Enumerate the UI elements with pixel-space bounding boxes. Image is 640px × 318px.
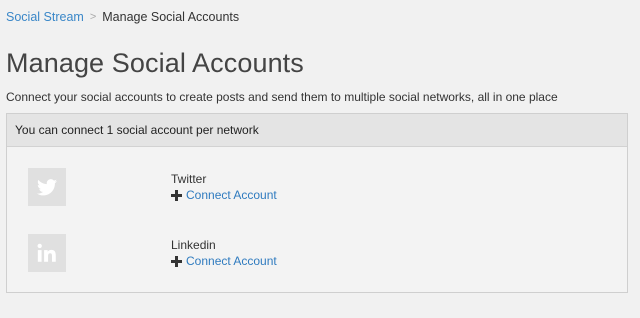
breadcrumb: Social Stream > Manage Social Accounts xyxy=(6,10,239,24)
connect-account-label[interactable]: Connect Account xyxy=(186,254,277,268)
network-name-linkedin: Linkedin xyxy=(171,238,216,252)
page-title: Manage Social Accounts xyxy=(6,48,304,78)
twitter-icon xyxy=(28,168,66,206)
account-row-linkedin: Linkedin Connect Account xyxy=(7,234,627,274)
breadcrumb-link-social-stream[interactable]: Social Stream xyxy=(6,10,84,24)
breadcrumb-current: Manage Social Accounts xyxy=(102,10,240,24)
plus-icon xyxy=(171,189,182,201)
connect-twitter-button[interactable]: Connect Account xyxy=(171,188,277,202)
panel-header: You can connect 1 social account per net… xyxy=(7,114,627,147)
network-name-twitter: Twitter xyxy=(171,172,207,186)
connect-account-label[interactable]: Connect Account xyxy=(186,188,277,202)
breadcrumb-separator-icon: > xyxy=(89,11,97,23)
account-row-twitter: Twitter Connect Account xyxy=(7,168,627,208)
linkedin-icon xyxy=(28,234,66,272)
social-accounts-panel: You can connect 1 social account per net… xyxy=(6,113,628,293)
connect-linkedin-button[interactable]: Connect Account xyxy=(171,254,277,268)
page-description: Connect your social accounts to create p… xyxy=(6,90,558,104)
plus-icon xyxy=(171,255,182,267)
